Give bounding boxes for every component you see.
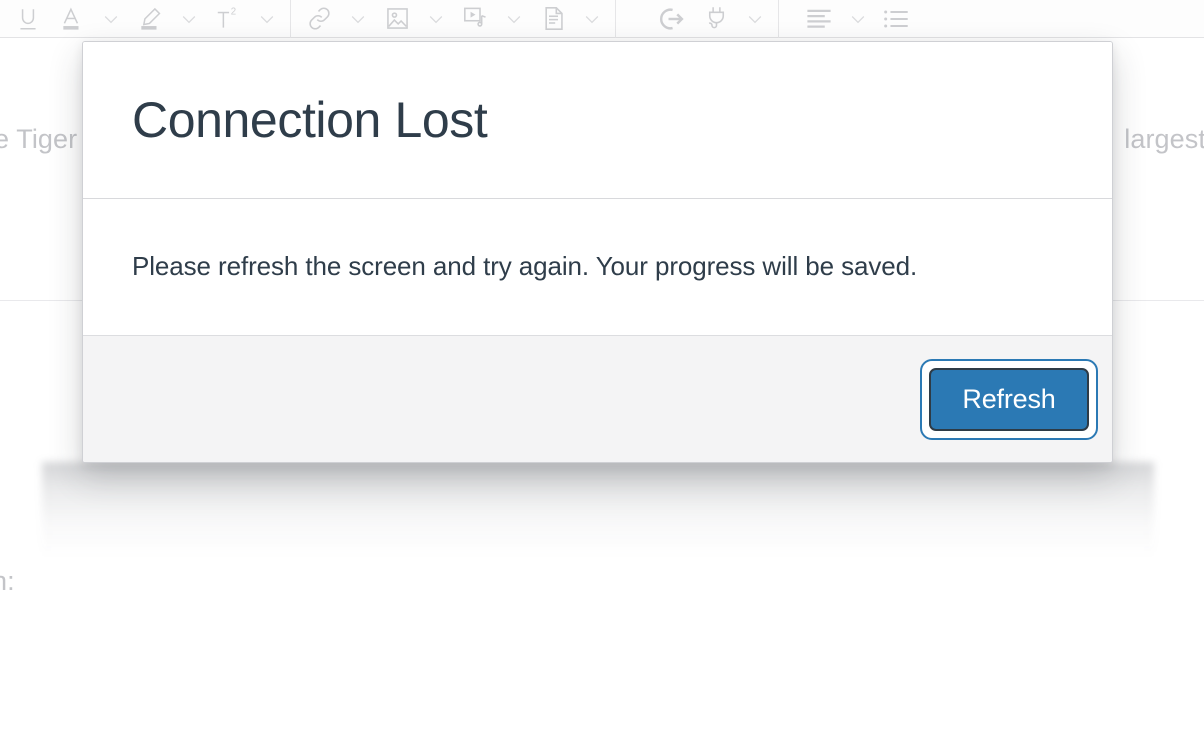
document-icon[interactable] <box>531 0 575 38</box>
text-color-icon[interactable] <box>50 0 94 38</box>
dialog-title: Connection Lost <box>132 91 488 148</box>
chevron-down-icon[interactable] <box>738 0 772 38</box>
svg-text:2: 2 <box>231 6 236 17</box>
background-text-fragment-left: e Tiger <box>0 124 78 154</box>
plugin-plug-icon[interactable] <box>694 0 738 38</box>
chevron-down-icon[interactable] <box>172 0 206 38</box>
dialog-header: Connection Lost <box>83 42 1112 199</box>
highlight-color-icon[interactable] <box>128 0 172 38</box>
editor-toolbar: 2 <box>0 0 1204 38</box>
dialog-footer: Refresh <box>83 336 1112 462</box>
toolbar-group-paragraph <box>779 0 921 38</box>
chevron-down-icon[interactable] <box>94 0 128 38</box>
chevron-down-icon[interactable] <box>250 0 284 38</box>
background-text-fragment-right: largest <box>1124 124 1204 154</box>
chevron-down-icon[interactable] <box>841 0 875 38</box>
insert-arrow-icon[interactable] <box>650 0 694 38</box>
refresh-button-focus-ring: Refresh <box>920 358 1098 440</box>
media-icon[interactable] <box>453 0 497 38</box>
bulleted-list-icon[interactable] <box>875 0 915 38</box>
image-icon[interactable] <box>375 0 419 38</box>
refresh-button[interactable]: Refresh <box>929 367 1089 431</box>
chevron-down-icon[interactable] <box>497 0 531 38</box>
underline-icon[interactable] <box>6 0 50 38</box>
align-left-icon[interactable] <box>797 0 841 38</box>
app-root: 2 e Tiger largest: Connection Lost Plea… <box>0 0 1204 744</box>
chevron-down-icon[interactable] <box>419 0 453 38</box>
toolbar-group-embed <box>616 0 778 38</box>
toolbar-group-insert <box>291 0 615 38</box>
dialog-message: Please refresh the screen and try again.… <box>132 251 918 282</box>
chevron-down-icon[interactable] <box>575 0 609 38</box>
chevron-down-icon[interactable] <box>341 0 375 38</box>
superscript-icon[interactable]: 2 <box>206 0 250 38</box>
background-text-fragment-bottom: n: <box>0 566 15 596</box>
dialog-body: Please refresh the screen and try again.… <box>83 199 1112 336</box>
toolbar-group-formatting: 2 <box>0 0 290 38</box>
link-icon[interactable] <box>297 0 341 38</box>
connection-lost-dialog: Connection Lost Please refresh the scree… <box>82 41 1113 463</box>
